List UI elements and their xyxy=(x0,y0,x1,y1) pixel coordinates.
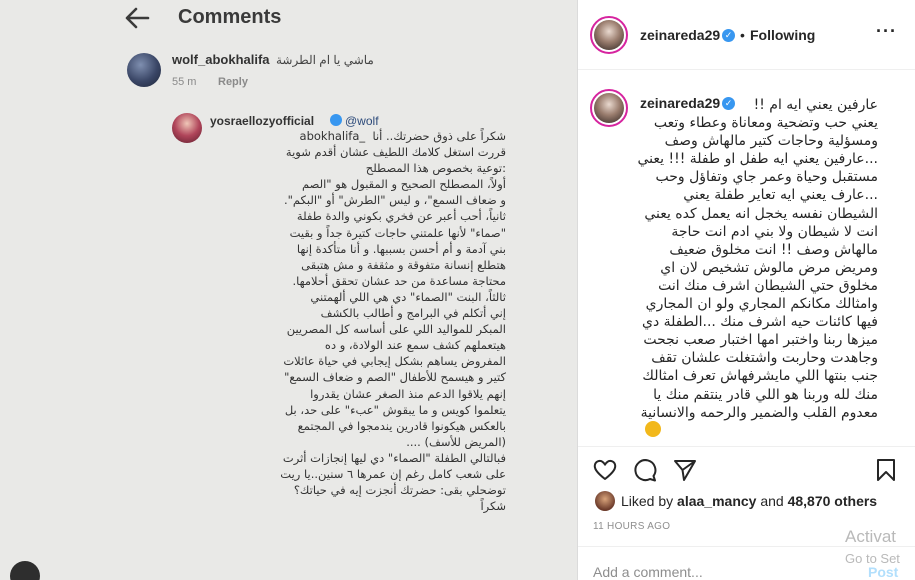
share-paper-plane-icon[interactable] xyxy=(672,457,698,483)
verified-badge-icon xyxy=(330,114,342,126)
post-caption: عارفين يعني ايه ام !! يعني حب وتضحية ومع… xyxy=(637,97,878,421)
likes-count[interactable]: 48,870 others xyxy=(788,493,878,509)
photo-header-title: Comments xyxy=(178,6,282,28)
post-header: zeinareda29 ✓ • Following ··· xyxy=(578,0,915,70)
author-username[interactable]: zeinareda29 xyxy=(640,27,720,43)
comment2-avatar xyxy=(172,113,202,143)
comment1-text: ماشي يا ام الطرشة xyxy=(276,53,374,67)
comment2-mention: @wolf xyxy=(345,114,379,128)
post-panel: zeinareda29 ✓ • Following ··· zeinareda2… xyxy=(578,0,915,580)
action-bar xyxy=(578,446,915,490)
liker-avatar[interactable] xyxy=(595,491,615,511)
liked-by-user[interactable]: alaa_mancy xyxy=(677,493,756,509)
add-comment-input[interactable]: Add a comment... xyxy=(593,564,703,580)
author-avatar[interactable] xyxy=(590,16,628,54)
watermark-line1: Activat xyxy=(845,527,897,546)
like-heart-icon[interactable] xyxy=(592,457,618,483)
comment1-avatar xyxy=(127,53,161,87)
comment1-time: 55 m xyxy=(172,76,197,88)
watermark-line2: Go to Set xyxy=(845,551,900,566)
comment2-body: شكراً على ذوق حضرتك.. أنا _abokhalifa قر… xyxy=(280,129,506,514)
verified-badge-icon: ✓ xyxy=(722,29,735,42)
likes-summary[interactable]: Liked by alaa_mancy and 48,870 others xyxy=(621,493,877,509)
liked-by-and: and xyxy=(760,493,784,509)
save-bookmark-icon[interactable] xyxy=(873,457,899,483)
separator-dot: • xyxy=(740,27,745,43)
post-timestamp[interactable]: 11 HOURS AGO xyxy=(593,521,670,532)
author-avatar-image xyxy=(594,20,624,50)
comment-bubble-icon[interactable] xyxy=(632,457,658,483)
more-options-icon[interactable]: ··· xyxy=(876,22,900,44)
embedded-photo: Comments wolf_abokhalifa ماشي يا ام الطر… xyxy=(0,0,577,580)
back-arrow-icon xyxy=(125,7,150,29)
comment1-reply: Reply xyxy=(218,76,248,88)
liked-by-prefix: Liked by xyxy=(621,493,674,509)
following-button[interactable]: Following xyxy=(750,27,815,43)
comment2-username: yosraellozyofficial xyxy=(210,114,315,128)
activate-windows-watermark: Activat Go to Set xyxy=(845,526,915,570)
photo-header: Comments xyxy=(0,0,577,40)
photo-bottom-circle-icon xyxy=(10,561,40,580)
photo-content: Comments wolf_abokhalifa ماشي يا ام الطر… xyxy=(0,0,577,580)
angry-emoji-icon xyxy=(645,421,661,437)
comment1-username: wolf_abokhalifa xyxy=(172,52,270,67)
